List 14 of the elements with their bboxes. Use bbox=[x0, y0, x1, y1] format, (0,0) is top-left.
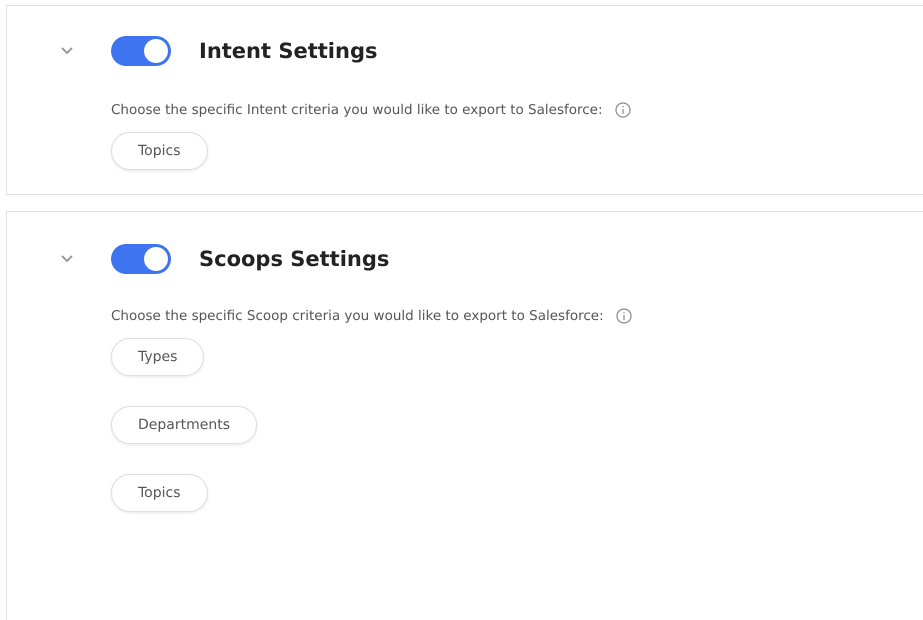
criteria-chip[interactable]: Departments bbox=[111, 406, 258, 444]
section-description: Choose the specific Scoop criteria you would like to export to Salesforce: bbox=[111, 308, 604, 324]
toggle-switch[interactable] bbox=[111, 36, 171, 66]
toggle-switch[interactable] bbox=[111, 244, 171, 274]
info-icon[interactable] bbox=[614, 102, 631, 118]
criteria-chip[interactable]: Topics bbox=[111, 474, 208, 512]
info-icon[interactable] bbox=[616, 308, 632, 324]
section-title: Scoops Settings bbox=[199, 247, 390, 271]
criteria-chip[interactable]: Topics bbox=[111, 132, 208, 170]
section-title: Intent Settings bbox=[199, 39, 378, 63]
section-description: Choose the specific Intent criteria you would like to export to Salesforce: bbox=[111, 102, 603, 118]
chevron-down-icon[interactable] bbox=[61, 47, 73, 55]
chevron-down-icon[interactable] bbox=[61, 255, 73, 263]
criteria-chip[interactable]: Types bbox=[111, 338, 204, 376]
